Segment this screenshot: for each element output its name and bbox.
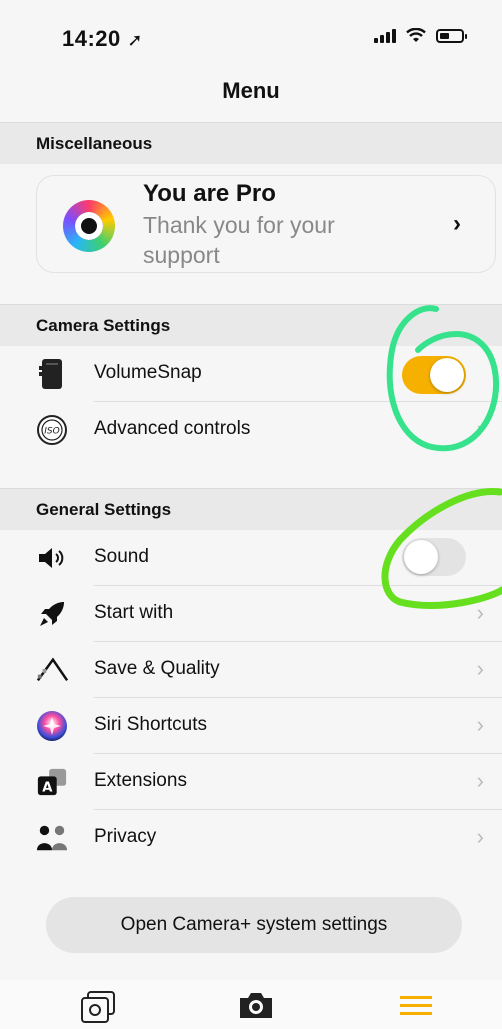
menu-tab[interactable]	[396, 988, 436, 1024]
gallery-icon	[81, 991, 115, 1023]
wifi-icon	[406, 28, 426, 42]
chevron-right-icon: ›	[453, 210, 461, 237]
open-system-settings-button[interactable]: Open Camera+ system settings	[46, 897, 462, 953]
chevron-right-icon: ›	[476, 824, 484, 849]
page-title: Menu	[222, 78, 280, 103]
row-label: Save & Quality	[94, 658, 220, 679]
chevron-right-icon: ›	[476, 768, 484, 793]
toggle-knob	[404, 540, 438, 574]
row-label: Siri Shortcuts	[94, 714, 207, 735]
pro-card[interactable]: You are Pro Thank you for your support ›	[36, 175, 496, 273]
svg-text:ISO: ISO	[44, 427, 59, 437]
volumesnap-toggle[interactable]	[402, 356, 466, 394]
gallery-tab[interactable]	[78, 988, 118, 1024]
pro-subtitle: Thank you for your support	[143, 212, 335, 268]
status-icons	[374, 28, 467, 44]
row-volumesnap[interactable]: VolumeSnap	[0, 346, 502, 402]
row-label: Start with	[94, 602, 174, 623]
row-start-with[interactable]: Start with ›	[0, 586, 502, 642]
row-label: Advanced controls	[94, 418, 251, 439]
row-sound[interactable]: Sound	[0, 530, 502, 586]
siri-icon	[36, 710, 68, 742]
status-time: 14:20 ➚	[62, 26, 143, 51]
chevron-right-icon: ›	[476, 416, 484, 441]
location-arrow-icon: ➚	[127, 30, 143, 50]
camera-plus-logo-icon	[63, 200, 115, 252]
privacy-icon	[36, 822, 68, 854]
svg-text:A: A	[42, 780, 53, 795]
toggle-knob	[430, 358, 464, 392]
camera-icon	[240, 993, 272, 1018]
row-label: Sound	[94, 546, 149, 567]
row-label: Extensions	[94, 770, 187, 791]
speaker-icon	[36, 542, 68, 574]
section-header-miscellaneous: Miscellaneous	[0, 122, 502, 164]
row-label: VolumeSnap	[94, 362, 202, 383]
camera-tab[interactable]	[236, 988, 276, 1024]
row-advanced-controls[interactable]: ISO Advanced controls ›	[0, 402, 502, 458]
phone-icon	[36, 358, 68, 390]
chevron-right-icon: ›	[476, 656, 484, 681]
pro-title: You are Pro	[143, 180, 276, 207]
iso-icon: ISO	[36, 414, 68, 446]
chevron-right-icon: ›	[476, 600, 484, 625]
menu-icon	[400, 996, 432, 1015]
chevron-right-icon: ›	[476, 712, 484, 737]
rocket-icon	[36, 598, 68, 630]
row-siri-shortcuts[interactable]: Siri Shortcuts ›	[0, 698, 502, 754]
status-bar: 14:20 ➚	[0, 0, 502, 80]
section-header-camera-settings: Camera Settings	[0, 304, 502, 346]
row-label: Privacy	[94, 826, 157, 847]
extensions-icon: A	[36, 766, 68, 798]
row-extensions[interactable]: A Extensions ›	[0, 754, 502, 810]
sound-toggle[interactable]	[402, 538, 466, 576]
row-privacy[interactable]: Privacy ›	[0, 810, 502, 866]
row-save-quality[interactable]: Save & Quality ›	[0, 642, 502, 698]
signal-icon	[374, 29, 396, 43]
quality-icon	[36, 654, 68, 686]
tab-bar	[0, 980, 502, 1029]
battery-icon	[436, 29, 467, 43]
section-header-general-settings: General Settings	[0, 488, 502, 530]
